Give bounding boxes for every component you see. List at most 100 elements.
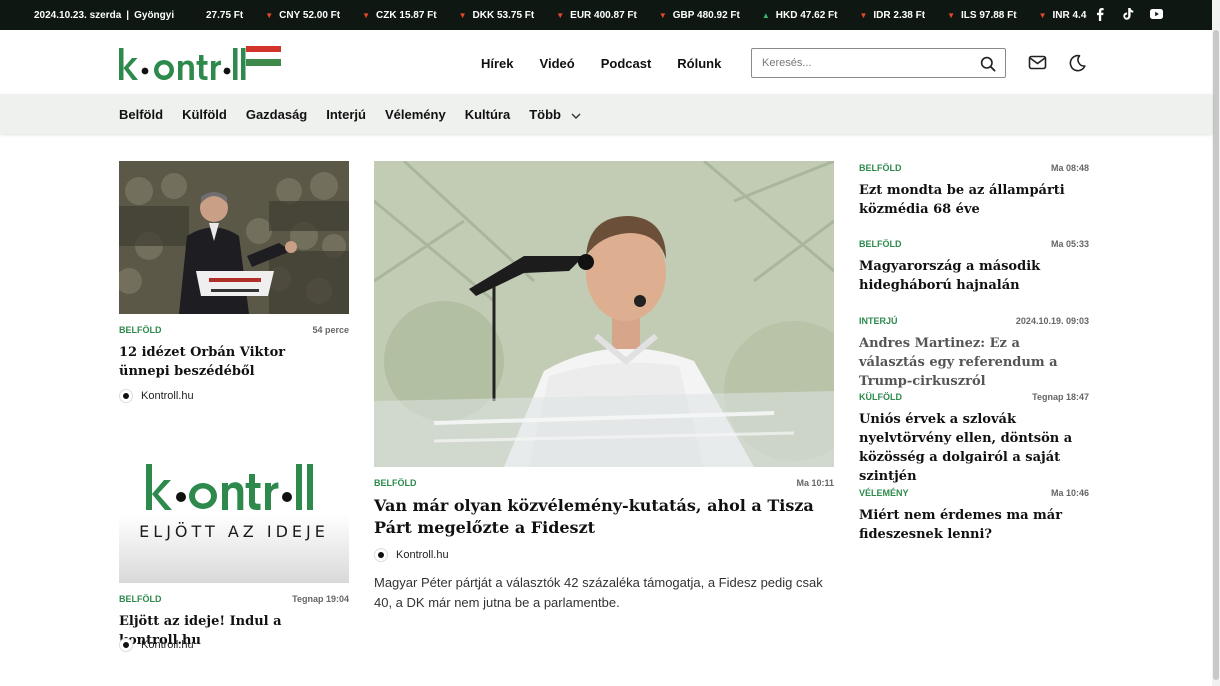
article-title[interactable]: Andres Martinez: Ez a választás egy refe… — [859, 334, 1089, 391]
chevron-down-icon — [571, 107, 581, 122]
rate-text: EUR 400.87 Ft — [570, 10, 637, 21]
nav-rolunk[interactable]: Rólunk — [677, 56, 721, 71]
page-scrollbar[interactable] — [1212, 0, 1220, 686]
category-kultura[interactable]: Kultúra — [465, 107, 511, 122]
article-time: Ma 10:11 — [796, 478, 834, 488]
article-meta: Interjú 2024.10.19. 09:03 — [859, 316, 1089, 326]
rate-item: ▼ INR 4.4 — [1039, 10, 1087, 21]
site-logo[interactable] — [119, 46, 289, 82]
rate-text: IDR 2.38 Ft — [873, 10, 926, 21]
category-belfold[interactable]: Belföld — [119, 107, 163, 122]
more-label: Több — [529, 107, 561, 122]
article-time: Ma 10:46 — [1050, 488, 1089, 498]
article-time: Tegnap 18:47 — [1032, 392, 1089, 402]
article-category[interactable]: Interjú — [859, 316, 898, 326]
article-title[interactable]: Magyarország a második hidegháború hajna… — [859, 257, 1089, 295]
article-time: 2024.10.19. 09:03 — [1015, 316, 1089, 326]
category-kulfold[interactable]: Külföld — [182, 107, 227, 122]
nav-podcast[interactable]: Podcast — [601, 56, 652, 71]
arrow-down-icon: ▼ — [362, 11, 371, 20]
article-category[interactable]: Vélemény — [859, 488, 909, 498]
author-avatar — [119, 389, 133, 403]
arrow-down-icon: ▼ — [859, 11, 868, 20]
author-avatar — [119, 638, 133, 652]
nameday-text: Gyöngyi — [134, 10, 175, 21]
arrow-up-icon: ▲ — [761, 11, 770, 20]
social-links — [1093, 7, 1163, 21]
rate-item: ▲ HKD 47.62 Ft — [762, 10, 838, 21]
article-image[interactable]: ELJÖTT AZ IDEJE — [119, 430, 349, 583]
article-category[interactable]: Belföld — [374, 478, 417, 488]
article-title[interactable]: Van már olyan közvélemény-kutatás, ahol … — [374, 495, 824, 539]
rate-text: CNY 52.00 Ft — [279, 10, 341, 21]
rate-text: 27.75 Ft — [206, 10, 244, 21]
article-category[interactable]: Belföld — [119, 325, 162, 335]
more-dropdown[interactable]: Több — [529, 107, 581, 122]
article-time: Ma 08:48 — [1050, 163, 1089, 173]
article-meta: Belföld Ma 10:11 — [374, 478, 834, 488]
article-category[interactable]: Belföld — [119, 594, 162, 604]
article-author[interactable]: Kontroll.hu — [119, 389, 194, 403]
rate-text: DKK 53.75 Ft — [472, 10, 535, 21]
rate-item: ▼ GBP 480.92 Ft — [659, 10, 740, 21]
article-title[interactable]: Uniós érvek a szlovák nyelvtörvény ellen… — [859, 410, 1089, 486]
main-nav: Hírek Videó Podcast Rólunk — [481, 56, 721, 71]
rate-item: ▼ ILS 97.88 Ft — [947, 10, 1017, 21]
arrow-down-icon: ▼ — [1038, 11, 1047, 20]
article-author[interactable]: Kontroll.hu — [119, 638, 194, 652]
search-box — [751, 48, 1006, 78]
article-meta: Belföld Tegnap 19:04 — [119, 594, 349, 604]
nav-video[interactable]: Videó — [540, 56, 575, 71]
nav-hirek[interactable]: Hírek — [481, 56, 514, 71]
rate-text: CZK 15.87 Ft — [376, 10, 437, 21]
arrow-down-icon: ▼ — [947, 11, 955, 20]
rate-item: ▼ CNY 52.00 Ft — [265, 10, 340, 21]
ticker-bar: 2024.10.23. szerda | Gyöngyi 27.75 Ft ▼ CNY… — [0, 0, 1212, 30]
article-title[interactable]: Miért nem érdemes ma már fideszesnek len… — [859, 506, 1089, 544]
article-meta: Belföld Ma 08:48 — [859, 163, 1089, 173]
category-nav: Belföld Külföld Gazdaság Interjú Vélemén… — [0, 94, 1212, 134]
exchange-rates: 27.75 Ft ▼ CNY 52.00 Ft ▼ CZK 15.87 Ft ▼ DK… — [206, 10, 1108, 21]
article-image[interactable] — [119, 161, 349, 314]
rate-text: INR 4.4 — [1052, 10, 1087, 21]
youtube-icon[interactable] — [1149, 7, 1163, 21]
arrow-down-icon: ▼ — [265, 11, 274, 20]
article-title[interactable]: Ezt mondta be az állampárti közmédia 68 … — [859, 181, 1089, 219]
article-meta: Külföld Tegnap 18:47 — [859, 392, 1089, 402]
rate-text: HKD 47.62 Ft — [775, 10, 838, 21]
article-meta: Vélemény Ma 10:46 — [859, 488, 1089, 498]
rate-item: ▼ DKK 53.75 Ft — [459, 10, 535, 21]
search-icon[interactable] — [980, 56, 996, 72]
category-gazdasag[interactable]: Gazdaság — [246, 107, 307, 122]
scrollbar-thumb[interactable] — [1213, 30, 1219, 680]
article-meta: Belföld 54 perce — [119, 325, 349, 335]
article-meta: Belföld Ma 05:33 — [859, 239, 1089, 249]
article-lead: Magyar Péter pártját a választók 42 száz… — [374, 575, 823, 610]
article-author[interactable]: Kontroll.hu — [374, 548, 449, 562]
facebook-icon[interactable] — [1093, 7, 1107, 21]
featured-image[interactable] — [374, 161, 834, 467]
rate-text: ILS 97.88 Ft — [961, 10, 1017, 21]
search-input[interactable] — [752, 57, 972, 69]
rate-text: GBP 480.92 Ft — [672, 10, 740, 21]
article-time: Tegnap 19:04 — [292, 594, 349, 604]
mail-icon[interactable] — [1028, 54, 1048, 72]
category-interju[interactable]: Interjú — [326, 107, 366, 122]
article-time: 54 perce — [312, 325, 349, 335]
rate-item: ▼ CZK 15.87 Ft — [362, 10, 437, 21]
article-category[interactable]: Külföld — [859, 392, 902, 402]
article-title[interactable]: 12 idézet Orbán Viktor ünnepi beszédéből — [119, 343, 339, 381]
dark-mode-icon[interactable] — [1067, 54, 1087, 72]
author-name: Kontroll.hu — [141, 390, 194, 402]
rate-item: ▼ IDR 2.38 Ft — [859, 10, 925, 21]
arrow-down-icon: ▼ — [556, 11, 565, 20]
author-name: Kontroll.hu — [141, 639, 194, 651]
article-category[interactable]: Belföld — [859, 163, 902, 173]
author-name: Kontroll.hu — [396, 549, 449, 561]
category-velemeny[interactable]: Vélemény — [385, 107, 446, 122]
author-avatar — [374, 548, 388, 562]
tiktok-icon[interactable] — [1121, 7, 1135, 21]
article-time: Ma 05:33 — [1050, 239, 1089, 249]
site-header: Hírek Videó Podcast Rólunk — [0, 30, 1212, 94]
article-category[interactable]: Belföld — [859, 239, 902, 249]
